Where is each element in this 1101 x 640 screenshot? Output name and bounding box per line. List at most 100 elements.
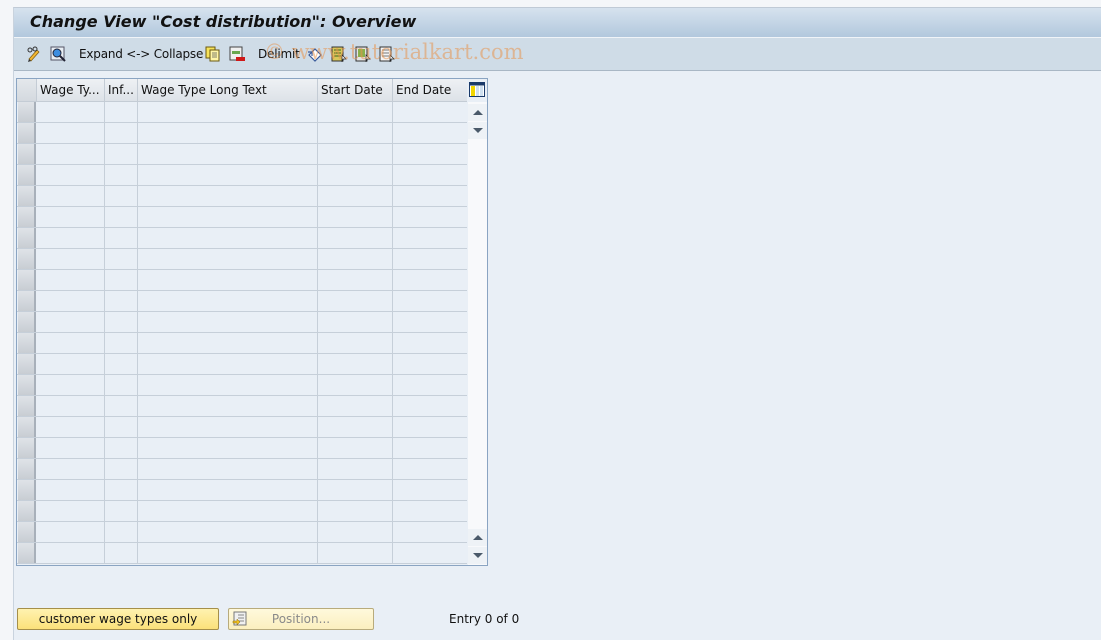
table-cell[interactable] (138, 396, 318, 416)
table-cell[interactable] (37, 249, 105, 269)
table-cell[interactable] (138, 228, 318, 248)
table-cell[interactable] (37, 501, 105, 521)
table-cell[interactable] (37, 312, 105, 332)
table-cell[interactable] (105, 480, 138, 500)
scroll-page-down-button[interactable] (468, 122, 487, 139)
scroll-down-button[interactable] (468, 547, 487, 564)
row-selector[interactable] (18, 396, 36, 416)
table-cell[interactable] (105, 333, 138, 353)
deselect-all-button[interactable] (379, 46, 395, 62)
table-cell[interactable] (138, 354, 318, 374)
table-cell[interactable] (393, 375, 467, 395)
table-cell[interactable] (393, 354, 467, 374)
table-cell[interactable] (37, 165, 105, 185)
table-cell[interactable] (393, 102, 467, 122)
table-cell[interactable] (138, 438, 318, 458)
row-selector[interactable] (18, 165, 36, 185)
table-row[interactable] (17, 249, 467, 270)
table-row[interactable] (17, 165, 467, 186)
table-cell[interactable] (105, 228, 138, 248)
table-cell[interactable] (105, 438, 138, 458)
row-selector[interactable] (18, 291, 36, 311)
row-selector[interactable] (18, 354, 36, 374)
table-cell[interactable] (393, 312, 467, 332)
table-cell[interactable] (37, 186, 105, 206)
table-cell[interactable] (318, 207, 393, 227)
row-selector[interactable] (18, 522, 36, 542)
table-cell[interactable] (318, 228, 393, 248)
table-cell[interactable] (138, 270, 318, 290)
table-cell[interactable] (318, 459, 393, 479)
table-cell[interactable] (37, 333, 105, 353)
table-cell[interactable] (393, 186, 467, 206)
table-cell[interactable] (318, 333, 393, 353)
table-cell[interactable] (105, 207, 138, 227)
table-cell[interactable] (105, 144, 138, 164)
table-cell[interactable] (393, 417, 467, 437)
scroll-page-up-button[interactable] (468, 104, 487, 121)
table-cell[interactable] (37, 144, 105, 164)
delete-button[interactable] (229, 46, 245, 62)
table-cell[interactable] (105, 312, 138, 332)
change-display-button[interactable] (26, 46, 42, 62)
vertical-scrollbar[interactable] (468, 102, 487, 565)
table-cell[interactable] (105, 291, 138, 311)
table-cell[interactable] (393, 522, 467, 542)
table-cell[interactable] (393, 501, 467, 521)
table-row[interactable] (17, 417, 467, 438)
row-selector[interactable] (18, 417, 36, 437)
row-selector[interactable] (18, 207, 36, 227)
table-cell[interactable] (318, 186, 393, 206)
table-cell[interactable] (37, 438, 105, 458)
table-cell[interactable] (393, 459, 467, 479)
table-cell[interactable] (105, 102, 138, 122)
table-cell[interactable] (105, 375, 138, 395)
table-cell[interactable] (393, 480, 467, 500)
table-cell[interactable] (138, 375, 318, 395)
table-cell[interactable] (138, 480, 318, 500)
customer-wage-types-button[interactable]: customer wage types only (17, 608, 219, 630)
table-row[interactable] (17, 312, 467, 333)
table-cell[interactable] (138, 207, 318, 227)
table-cell[interactable] (393, 207, 467, 227)
table-cell[interactable] (318, 438, 393, 458)
table-cell[interactable] (393, 396, 467, 416)
position-button[interactable]: Position... (228, 608, 374, 630)
row-selector[interactable] (18, 228, 36, 248)
table-cell[interactable] (318, 375, 393, 395)
table-cell[interactable] (105, 123, 138, 143)
table-cell[interactable] (105, 417, 138, 437)
table-cell[interactable] (138, 312, 318, 332)
table-row[interactable] (17, 501, 467, 522)
row-selector[interactable] (18, 501, 36, 521)
table-row[interactable] (17, 354, 467, 375)
table-row[interactable] (17, 186, 467, 207)
table-cell[interactable] (393, 543, 467, 563)
table-cell[interactable] (318, 480, 393, 500)
table-cell[interactable] (393, 228, 467, 248)
table-cell[interactable] (138, 459, 318, 479)
table-row[interactable] (17, 543, 467, 564)
expand-collapse-button[interactable]: Expand <-> Collapse (79, 46, 203, 62)
table-cell[interactable] (318, 249, 393, 269)
table-cell[interactable] (318, 501, 393, 521)
column-header-wage-type[interactable]: Wage Ty... (37, 79, 105, 101)
table-row[interactable] (17, 480, 467, 501)
table-row[interactable] (17, 291, 467, 312)
table-cell[interactable] (318, 102, 393, 122)
row-selector[interactable] (18, 333, 36, 353)
table-cell[interactable] (318, 543, 393, 563)
row-selector[interactable] (18, 459, 36, 479)
row-selector[interactable] (18, 480, 36, 500)
table-cell[interactable] (138, 186, 318, 206)
table-cell[interactable] (138, 165, 318, 185)
table-cell[interactable] (37, 207, 105, 227)
column-header-start-date[interactable]: Start Date (318, 79, 393, 101)
table-row[interactable] (17, 333, 467, 354)
select-all-button[interactable] (331, 46, 347, 62)
table-row[interactable] (17, 207, 467, 228)
table-cell[interactable] (393, 144, 467, 164)
table-cell[interactable] (138, 144, 318, 164)
table-cell[interactable] (318, 396, 393, 416)
table-cell[interactable] (138, 333, 318, 353)
